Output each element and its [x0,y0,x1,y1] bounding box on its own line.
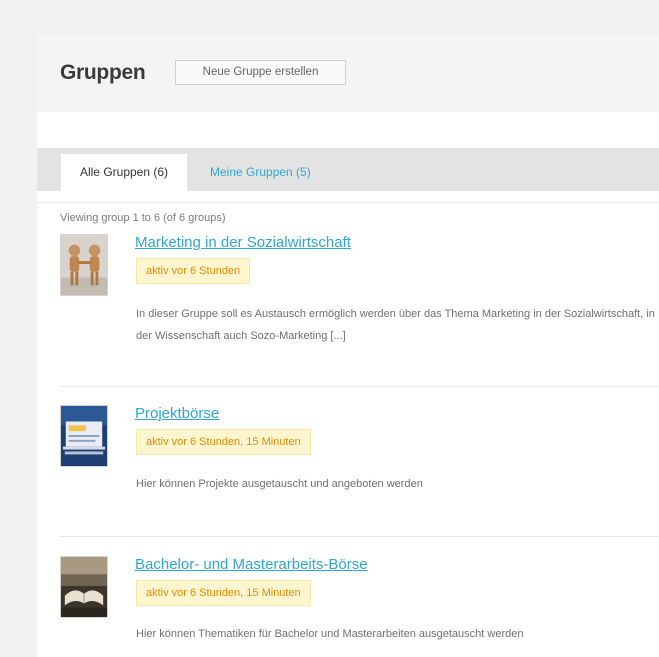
pagination-count: Viewing group 1 to 6 (of 6 groups) [60,212,226,224]
group-description: In dieser Gruppe soll es Austausch ermög… [136,308,655,342]
page-header: Gruppen Neue Gruppe erstellen [37,34,659,112]
divider [60,386,659,387]
group-description: Hier können Projekte ausgetauscht und an… [136,478,423,490]
divider [37,202,659,203]
group-title-link[interactable]: Bachelor- und Masterarbeits-Börse [135,556,368,573]
group-item: Bachelor- und Masterarbeits-Börse aktiv … [60,556,659,656]
tab-all-groups[interactable]: Alle Gruppen (6) [61,154,187,191]
project-folder-avatar-icon[interactable] [60,405,108,467]
group-item: Marketing in der Sozialwirtschaft aktiv … [60,234,659,384]
group-title-link[interactable]: Marketing in der Sozialwirtschaft [135,234,351,251]
group-title-link[interactable]: Projektbörse [135,405,219,422]
groups-panel: Gruppen Neue Gruppe erstellen Alle Grupp… [37,34,659,657]
handshake-figures-avatar-icon[interactable] [60,234,108,296]
divider [60,536,659,537]
activity-badge: aktiv vor 6 Stunden, 15 Minuten [136,580,311,606]
open-book-avatar-icon[interactable] [60,556,108,618]
tab-my-groups[interactable]: Meine Gruppen (5) [210,154,311,191]
page-title: Gruppen [60,61,146,84]
activity-badge: aktiv vor 6 Stunden [136,258,251,284]
create-group-button[interactable]: Neue Gruppe erstellen [175,60,346,85]
group-tabs: Alle Gruppen (6) Meine Gruppen (5) [37,148,659,191]
group-description: Hier können Thematiken für Bachelor und … [136,628,524,640]
activity-badge: aktiv vor 6 Stunden, 15 Minuten [136,429,311,455]
group-item: Projektbörse aktiv vor 6 Stunden, 15 Min… [60,405,659,515]
